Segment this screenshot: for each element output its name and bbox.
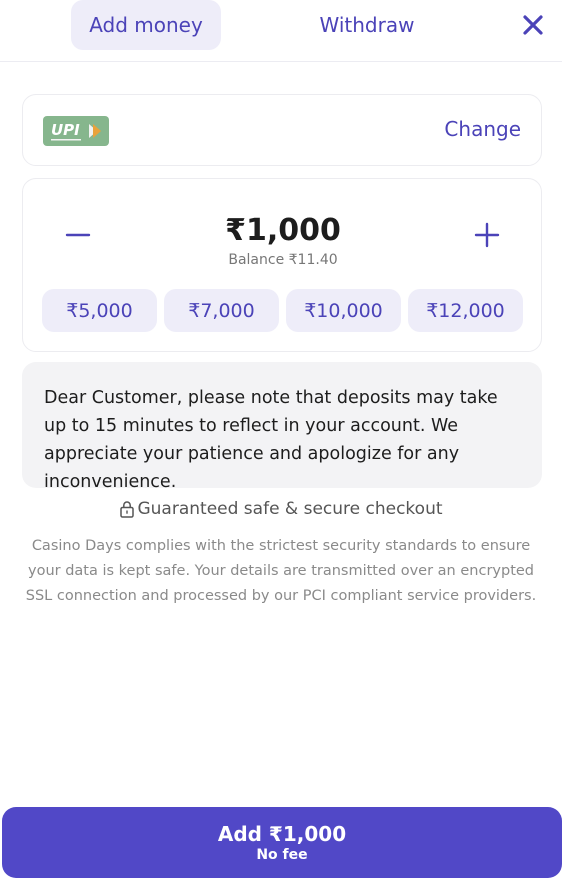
header: Add money Withdraw	[0, 0, 562, 62]
amount-value: ₹1,000	[225, 213, 341, 248]
plus-icon	[474, 222, 500, 248]
close-button[interactable]	[516, 8, 550, 42]
add-money-button[interactable]: Add ₹1,000 No fee	[2, 807, 562, 878]
change-method-button[interactable]: Change	[444, 117, 521, 141]
tab-withdraw-label: Withdraw	[319, 13, 415, 37]
fee-label: No fee	[256, 846, 308, 863]
quick-amount-button[interactable]: ₹12,000	[408, 289, 523, 332]
secure-checkout-heading: Guaranteed safe & secure checkout	[0, 496, 562, 522]
amount-card: ₹1,000 Balance ₹11.40 ₹5,000 ₹7,000 ₹10,…	[22, 178, 542, 352]
close-icon	[523, 15, 543, 35]
svg-text:UPI: UPI	[51, 121, 80, 139]
add-money-button-label: Add ₹1,000	[217, 821, 347, 846]
quick-amount-button[interactable]: ₹5,000	[42, 289, 157, 332]
deposit-page: Add money Withdraw UPI Change ₹1,000 Bal…	[0, 0, 562, 880]
deposit-notice: Dear Customer, please note that deposits…	[22, 362, 542, 492]
tab-withdraw[interactable]: Withdraw	[292, 0, 442, 50]
quick-amount-button[interactable]: ₹10,000	[286, 289, 401, 332]
lock-icon	[120, 501, 135, 518]
balance-text: Balance ₹11.40	[228, 252, 338, 268]
quick-amount-button[interactable]: ₹7,000	[164, 289, 279, 332]
tab-add-money-label: Add money	[89, 13, 203, 37]
compliance-text: Casino Days complies with the strictest …	[25, 538, 537, 604]
payment-method-card: UPI Change	[22, 94, 542, 166]
increase-amount-button[interactable]	[467, 215, 507, 255]
tab-add-money[interactable]: Add money	[71, 0, 221, 50]
upi-logo: UPI	[43, 116, 109, 146]
secure-checkout-title: Guaranteed safe & secure checkout	[137, 499, 443, 519]
